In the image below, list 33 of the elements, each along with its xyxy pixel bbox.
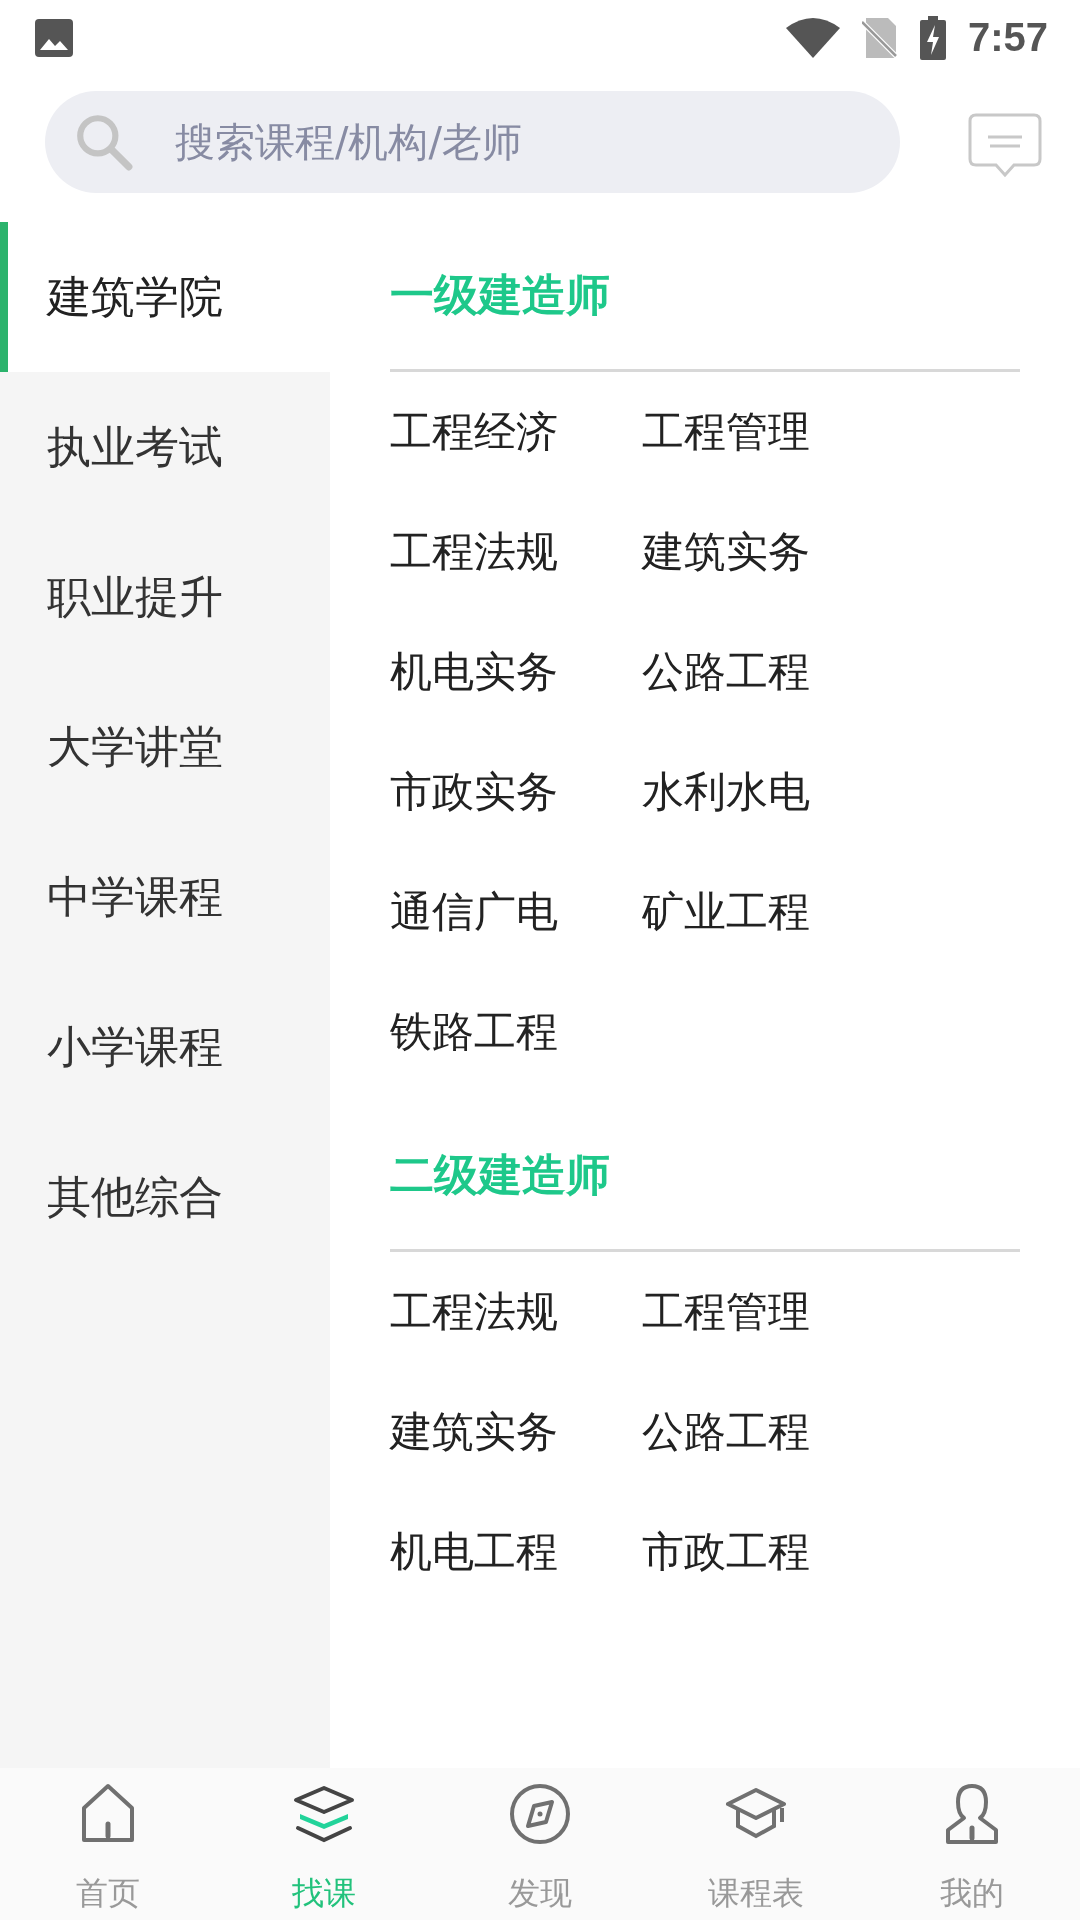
status-time: 7:57 bbox=[967, 15, 1048, 60]
course-link[interactable]: 工程管理 bbox=[642, 372, 894, 492]
category-tab[interactable]: 大学讲堂 bbox=[0, 672, 330, 822]
course-link[interactable]: 公路工程 bbox=[642, 1372, 894, 1492]
course-link[interactable]: 工程经济 bbox=[390, 372, 642, 492]
category-tab[interactable]: 职业提升 bbox=[0, 522, 330, 672]
category-tab[interactable]: 建筑学院 bbox=[0, 222, 330, 372]
course-link[interactable]: 建筑实务 bbox=[642, 492, 894, 612]
category-tab[interactable]: 小学课程 bbox=[0, 972, 330, 1122]
image-icon bbox=[35, 18, 73, 57]
battery-icon bbox=[919, 15, 946, 60]
section-title: 二级建造师 bbox=[390, 1102, 1020, 1252]
no-sim-icon bbox=[861, 17, 898, 58]
course-link[interactable]: 工程管理 bbox=[642, 1252, 894, 1372]
course-link[interactable]: 市政实务 bbox=[390, 732, 642, 852]
category-tab[interactable]: 其他综合 bbox=[0, 1122, 330, 1272]
category-tab[interactable]: 中学课程 bbox=[0, 822, 330, 972]
course-link[interactable]: 公路工程 bbox=[642, 612, 894, 732]
course-link[interactable]: 水利水电 bbox=[642, 732, 894, 852]
course-link[interactable]: 建筑实务 bbox=[390, 1372, 642, 1492]
category-tab[interactable]: 执业考试 bbox=[0, 372, 330, 522]
course-link[interactable]: 机电工程 bbox=[390, 1492, 642, 1612]
course-link[interactable]: 工程法规 bbox=[390, 1252, 642, 1372]
course-link[interactable]: 机电实务 bbox=[390, 612, 642, 732]
section-title: 一级建造师 bbox=[390, 222, 1020, 372]
course-link[interactable]: 铁路工程 bbox=[390, 972, 642, 1092]
course-link[interactable]: 矿业工程 bbox=[642, 852, 894, 972]
course-link[interactable]: 通信广电 bbox=[390, 852, 642, 972]
course-link[interactable]: 工程法规 bbox=[390, 492, 642, 612]
wifi-icon bbox=[785, 17, 840, 58]
search-field[interactable]: 搜索课程/机构/老师 bbox=[45, 90, 900, 193]
compass-icon bbox=[508, 1782, 572, 1846]
course-link[interactable]: 市政工程 bbox=[642, 1492, 894, 1612]
